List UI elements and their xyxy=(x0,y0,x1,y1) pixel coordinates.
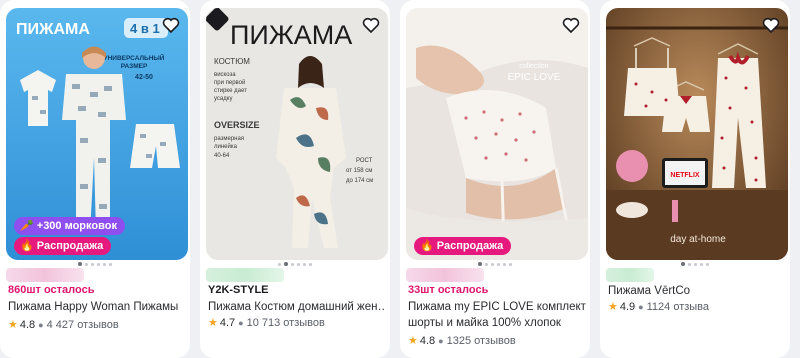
svg-text:40-64: 40-64 xyxy=(214,153,230,159)
product-card[interactable]: NETFLIX day at-home Пижама VērtCo ★ 4.9 ● 1… xyxy=(600,0,790,358)
stock-left: 860шт осталось xyxy=(8,284,95,296)
product-title[interactable]: Пижама my EPIC LOVE комплект шорты и май… xyxy=(408,299,586,331)
image-carousel-dots[interactable] xyxy=(600,261,790,267)
product-image[interactable]: collection EPIC LOVE 🔥 Распродажа xyxy=(406,8,588,260)
product-card[interactable]: collection EPIC LOVE 🔥 Распродажа 33шт о… xyxy=(400,0,590,358)
svg-text:УНИВЕРСАЛЬНЫЙ: УНИВЕРСАЛЬНЫЙ xyxy=(104,53,165,62)
image-caption: day at-home xyxy=(670,234,726,245)
star-icon: ★ xyxy=(408,335,418,347)
product-image[interactable]: ПИЖАМА 4 в 1 УНИВЕРСАЛЬНЫЙ РАЗМЕР 42-50 xyxy=(6,8,188,260)
product-title[interactable]: Пижама Happy Woman Пижамы xyxy=(8,299,186,315)
sale-badge: 🔥 Распродажа xyxy=(14,237,112,255)
svg-text:стирке дает: стирке дает xyxy=(214,88,247,94)
svg-text:РАЗМЕР: РАЗМЕР xyxy=(121,63,148,70)
product-rating: ★ 4.8 ● 1325 отзывов xyxy=(408,335,516,347)
star-icon: ★ xyxy=(608,301,618,313)
product-card[interactable]: ПИЖАМА КОСТЮМ вискоза при первой стирке … xyxy=(200,0,390,358)
svg-text:размерная: размерная xyxy=(214,136,244,142)
stock-left: 33шт осталось xyxy=(408,284,489,296)
price-placeholder xyxy=(206,268,284,282)
favorite-heart-icon[interactable] xyxy=(160,14,182,36)
carrot-icon: 🥕 xyxy=(20,220,34,232)
svg-text:collection: collection xyxy=(519,63,548,70)
image-carousel-dots[interactable] xyxy=(200,261,390,267)
svg-text:до 174 см: до 174 см xyxy=(346,178,373,184)
price-placeholder xyxy=(406,268,484,282)
svg-text:РОСТ: РОСТ xyxy=(356,158,373,164)
product-card[interactable]: ПИЖАМА 4 в 1 УНИВЕРСАЛЬНЫЙ РАЗМЕР 42-50 xyxy=(0,0,190,358)
price-placeholder xyxy=(6,268,84,282)
svg-text:усадку: усадку xyxy=(214,96,232,102)
star-icon: ★ xyxy=(8,319,18,331)
product-rating: ★ 4.9 ● 1124 отзыва xyxy=(608,301,710,313)
product-title[interactable]: Пижама Костюм домашний жен… xyxy=(208,299,386,315)
svg-text:EPIC LOVE: EPIC LOVE xyxy=(508,72,561,83)
brand-name[interactable]: Y2K-STYLE xyxy=(208,284,269,296)
svg-text:КОСТЮМ: КОСТЮМ xyxy=(214,57,250,66)
fire-icon: 🔥 xyxy=(20,240,34,252)
bonus-badge: 🥕 +300 морковок xyxy=(14,217,125,235)
price-placeholder xyxy=(606,268,654,282)
svg-text:линейка: линейка xyxy=(214,143,238,150)
sale-badge: 🔥 Распродажа xyxy=(414,237,512,255)
fire-icon: 🔥 xyxy=(420,240,434,252)
svg-text:при первой: при первой xyxy=(214,79,245,86)
svg-text:от 158 см: от 158 см xyxy=(346,168,372,174)
image-title: ПИЖАМА xyxy=(230,20,352,50)
image-title: ПИЖАМА xyxy=(16,21,90,38)
svg-text:вискоза: вискоза xyxy=(214,72,236,78)
image-carousel-dots[interactable] xyxy=(0,261,190,267)
product-image[interactable]: NETFLIX day at-home xyxy=(606,8,788,260)
favorite-heart-icon[interactable] xyxy=(760,14,782,36)
image-badge: 4 в 1 xyxy=(130,21,160,36)
favorite-heart-icon[interactable] xyxy=(360,14,382,36)
svg-text:42-50: 42-50 xyxy=(135,74,153,81)
tv-logo: NETFLIX xyxy=(670,172,699,179)
product-image[interactable]: ПИЖАМА КОСТЮМ вискоза при первой стирке … xyxy=(206,8,388,260)
product-title[interactable]: Пижама VērtCo xyxy=(608,283,786,299)
product-rating: ★ 4.7 ● 10 713 отзывов xyxy=(208,317,325,329)
favorite-heart-icon[interactable] xyxy=(560,14,582,36)
product-rating: ★ 4.8 ● 4 427 отзывов xyxy=(8,319,119,331)
image-carousel-dots[interactable] xyxy=(400,261,590,267)
svg-text:OVERSIZE: OVERSIZE xyxy=(214,120,260,130)
star-icon: ★ xyxy=(208,317,218,329)
